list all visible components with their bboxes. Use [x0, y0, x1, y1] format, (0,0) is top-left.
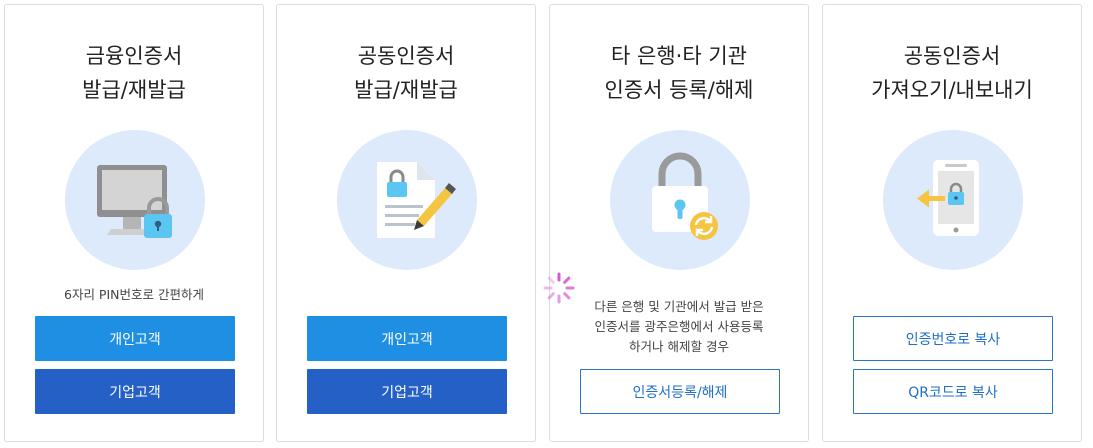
card-title-line1: 공동인증서 — [357, 44, 455, 68]
card-note: 6자리 PIN번호로 간편하게 — [5, 285, 263, 305]
card-title-line2: 인증서 등록/해제 — [604, 78, 754, 102]
note-line: 인증서를 광주은행에서 사용등록 — [594, 319, 764, 334]
document-lock-pen-icon — [337, 130, 477, 270]
card-title-line2: 발급/재발급 — [82, 78, 186, 102]
copy-by-qr-code-button[interactable]: QR코드로 복사 — [853, 369, 1053, 414]
computer-lock-icon — [65, 130, 205, 270]
card-joint-certificate-transfer: 공동인증서 가져오기/내보내기 인증번호로 복사 QR코드로 복사 — [822, 4, 1082, 442]
card-note: 다른 은행 및 기관에서 발급 받은 인증서를 광주은행에서 사용등록 하거나 … — [550, 297, 808, 357]
personal-customer-button[interactable]: 개인고객 — [307, 316, 507, 361]
business-customer-button[interactable]: 기업고객 — [35, 369, 235, 414]
card-title: 공동인증서 발급/재발급 — [277, 39, 535, 107]
card-title: 금융인증서 발급/재발급 — [5, 39, 263, 107]
card-other-bank-registration: 타 은행·타 기관 인증서 등록/해제 다른 은행 및 기관에서 발급 받은 인… — [543, 4, 809, 442]
certificate-register-release-button[interactable]: 인증서등록/해제 — [580, 369, 780, 414]
phone-lock-arrow-icon — [883, 130, 1023, 270]
copy-by-auth-number-button[interactable]: 인증번호로 복사 — [853, 316, 1053, 361]
card-title-line2: 가져오기/내보내기 — [871, 78, 1033, 102]
note-line: 하거나 해제할 경우 — [629, 339, 729, 354]
note-line: 다른 은행 및 기관에서 발급 받은 — [594, 299, 764, 314]
certificate-service-cards: 금융인증서 발급/재발급 6자리 PIN번호로 간편하게 개인고객 기업고객 공… — [0, 0, 1093, 448]
business-customer-button[interactable]: 기업고객 — [307, 369, 507, 414]
card-financial-certificate: 금융인증서 발급/재발급 6자리 PIN번호로 간편하게 개인고객 기업고객 — [4, 4, 264, 442]
personal-customer-button[interactable]: 개인고객 — [35, 316, 235, 361]
card-title-line1: 타 은행·타 기관 — [611, 44, 747, 68]
card-title: 공동인증서 가져오기/내보내기 — [823, 39, 1081, 107]
card-title-line1: 금융인증서 — [85, 44, 183, 68]
note-line: 6자리 PIN번호로 간편하게 — [64, 287, 204, 302]
card-title: 타 은행·타 기관 인증서 등록/해제 — [550, 39, 808, 107]
card-title-line1: 공동인증서 — [903, 44, 1001, 68]
card-title-line2: 발급/재발급 — [354, 78, 458, 102]
card-joint-certificate-issue: 공동인증서 발급/재발급 개인고객 기업고객 — [276, 4, 536, 442]
padlock-refresh-icon — [610, 130, 750, 270]
